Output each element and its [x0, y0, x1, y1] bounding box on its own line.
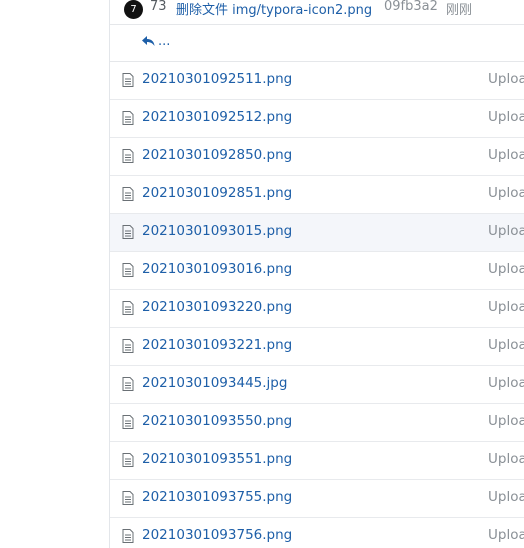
left-gutter — [0, 0, 109, 548]
file-icon — [122, 187, 134, 201]
file-name-link[interactable]: 20210301092851.png — [142, 185, 292, 201]
file-icon — [122, 263, 134, 277]
file-icon — [122, 111, 134, 125]
file-row[interactable]: 20210301093015.png Upload — [110, 214, 524, 252]
file-commit-message[interactable]: Upload — [488, 147, 524, 163]
parent-directory-row[interactable]: ... — [110, 24, 524, 62]
file-name-link[interactable]: 20210301093550.png — [142, 413, 292, 429]
commit-message-link[interactable]: 删除文件 img/typora-icon2.png — [176, 0, 372, 18]
file-icon — [122, 415, 134, 429]
file-row[interactable]: 20210301093756.png Upload — [110, 518, 524, 548]
file-name-link[interactable]: 20210301093221.png — [142, 337, 292, 353]
file-icon — [122, 73, 134, 87]
file-row[interactable]: 20210301093551.png Upload — [110, 442, 524, 480]
file-commit-message[interactable]: Upload — [488, 299, 524, 315]
file-row[interactable]: 20210301092851.png Upload — [110, 176, 524, 214]
file-name-link[interactable]: 20210301092511.png — [142, 71, 292, 87]
file-row[interactable]: 20210301092511.png Upload — [110, 62, 524, 100]
file-name-link[interactable]: 20210301093016.png — [142, 261, 292, 277]
file-name-link[interactable]: 20210301093015.png — [142, 223, 292, 239]
file-name-link[interactable]: 20210301093445.jpg — [142, 375, 287, 391]
reply-arrow-icon — [142, 36, 155, 46]
file-commit-message[interactable]: Upload — [488, 375, 524, 391]
file-commit-message[interactable]: Upload — [488, 185, 524, 201]
file-commit-message[interactable]: Upload — [488, 489, 524, 505]
file-name-link[interactable]: 20210301093220.png — [142, 299, 292, 315]
file-commit-message[interactable]: Upload — [488, 109, 524, 125]
file-commit-message[interactable]: Upload — [488, 71, 524, 87]
file-icon — [122, 301, 134, 315]
file-icon — [122, 225, 134, 239]
latest-commit-bar: 7 73 删除文件 img/typora-icon2.png 09fb3a2 刚… — [110, 0, 524, 25]
file-name-link[interactable]: 20210301093551.png — [142, 451, 292, 467]
file-commit-message[interactable]: Upload — [488, 261, 524, 277]
file-row[interactable]: 20210301093445.jpg Upload — [110, 366, 524, 404]
file-name-link[interactable]: 20210301093756.png — [142, 527, 292, 543]
file-browser-panel: 7 73 删除文件 img/typora-icon2.png 09fb3a2 刚… — [109, 0, 524, 548]
file-icon — [122, 339, 134, 353]
file-row[interactable]: 20210301093550.png Upload — [110, 404, 524, 442]
commit-time: 刚刚 — [446, 3, 473, 18]
parent-directory-link[interactable]: ... — [142, 34, 170, 49]
avatar[interactable]: 7 — [124, 0, 143, 19]
commit-count[interactable]: 73 — [150, 0, 167, 14]
file-commit-message[interactable]: Upload — [488, 451, 524, 467]
file-list: 20210301092511.pngUpload20210301092512.p… — [110, 62, 524, 548]
file-name-link[interactable]: 20210301092850.png — [142, 147, 292, 163]
file-commit-message[interactable]: Upload — [488, 337, 524, 353]
file-icon — [122, 149, 134, 163]
file-row[interactable]: 20210301092850.png Upload — [110, 138, 524, 176]
file-commit-message[interactable]: Upload — [488, 413, 524, 429]
file-commit-message[interactable]: Upload — [488, 527, 524, 543]
file-icon — [122, 529, 134, 543]
file-icon — [122, 453, 134, 467]
commit-hash[interactable]: 09fb3a2 — [384, 0, 438, 14]
file-commit-message[interactable]: Upload — [488, 223, 524, 239]
file-row[interactable]: 20210301093755.png Upload — [110, 480, 524, 518]
file-icon — [122, 491, 134, 505]
file-name-link[interactable]: 20210301092512.png — [142, 109, 292, 125]
file-name-link[interactable]: 20210301093755.png — [142, 489, 292, 505]
file-icon — [122, 377, 134, 391]
parent-directory-label: ... — [158, 34, 171, 49]
file-row[interactable]: 20210301093220.png Upload — [110, 290, 524, 328]
file-row[interactable]: 20210301093016.png Upload — [110, 252, 524, 290]
file-row[interactable]: 20210301092512.png Upload — [110, 100, 524, 138]
file-row[interactable]: 20210301093221.png Upload — [110, 328, 524, 366]
